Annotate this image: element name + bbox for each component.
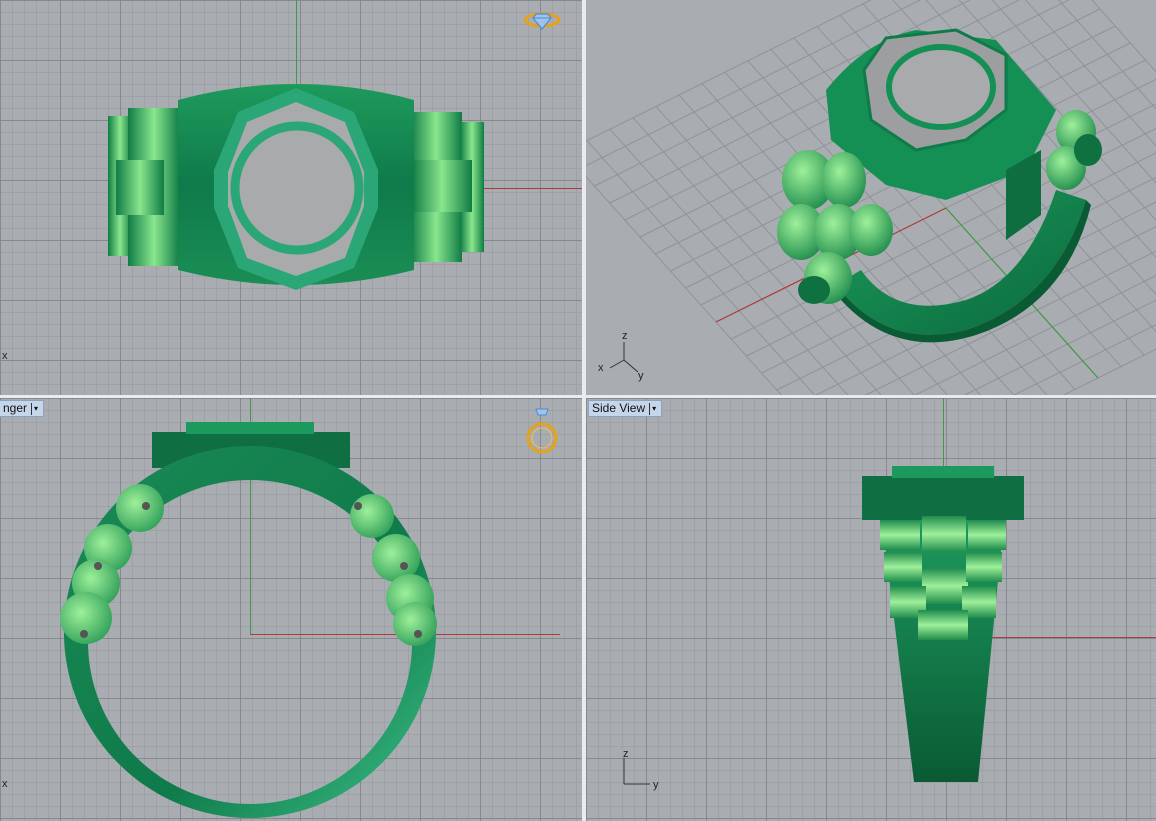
bracelet-links-right [410,112,484,262]
ring-perspective-view[interactable] [586,0,1156,395]
viewport-top[interactable]: x [0,0,582,395]
head [862,476,1024,520]
viewport-divider-vertical[interactable] [582,0,586,821]
bezel-ring [886,44,996,130]
bracelet-links-right [1046,110,1102,190]
bracelet-links-left [108,108,180,266]
ring-front-view[interactable] [0,398,582,821]
bezel-ring [230,121,364,255]
dropdown-arrow-icon[interactable]: ▾ [31,402,40,415]
axis-label-z: z [623,748,629,760]
viewport-finger[interactable]: nger ▾ x [0,398,582,821]
axis-label-y: y [653,779,659,791]
axis-label-x: x [2,350,8,362]
viewport-title-text: Side View [592,401,646,415]
axis-gizmo [609,342,639,373]
ring-gem-icon[interactable] [522,8,562,32]
ring-side-icon[interactable] [524,406,560,456]
viewport-title-finger[interactable]: nger ▾ [0,400,45,417]
viewport-divider-horizontal[interactable] [0,395,1156,398]
rhino-app-window: x z x y nger ▾ x Side View ▾ z y [0,0,1156,821]
dropdown-arrow-icon[interactable]: ▾ [649,402,658,415]
viewport-side[interactable]: Side View ▾ z y [586,398,1156,821]
ring-top-view[interactable] [0,0,582,395]
viewport-title-text: nger [3,401,28,415]
axis-label-x: x [2,778,8,790]
viewport-perspective[interactable]: z x y [586,0,1156,395]
viewport-title-side-view[interactable]: Side View ▾ [588,400,663,417]
